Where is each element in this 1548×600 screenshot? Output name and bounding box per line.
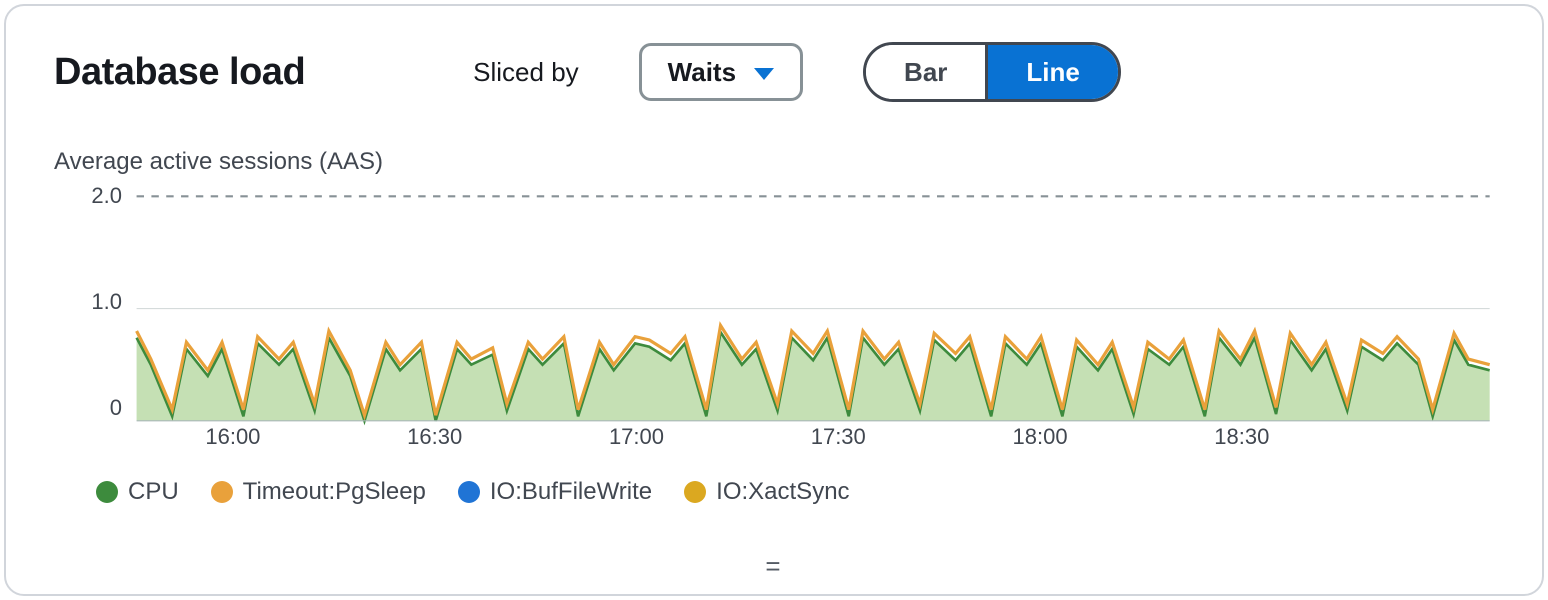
panel-header-controls: Sliced by Waits Bar Line bbox=[473, 42, 1121, 102]
chart-area: 01.02.0 bbox=[54, 190, 1494, 420]
legend-swatch-icon bbox=[458, 481, 480, 503]
legend-item[interactable]: Timeout:PgSleep bbox=[211, 478, 426, 506]
legend-item[interactable]: CPU bbox=[96, 478, 179, 506]
legend-label: CPU bbox=[128, 478, 179, 506]
chart-legend: CPU Timeout:PgSleep IO:BufFileWrite IO:Xact… bbox=[96, 478, 1494, 506]
legend-label: IO:BufFileWrite bbox=[490, 478, 652, 506]
sliced-by-value: Waits bbox=[668, 57, 736, 88]
legend-swatch-icon bbox=[211, 481, 233, 503]
x-tick-label: 16:30 bbox=[407, 424, 462, 450]
chart-type-line-button[interactable]: Line bbox=[985, 45, 1117, 99]
x-tick-label: 18:30 bbox=[1214, 424, 1269, 450]
x-tick-label: 16:00 bbox=[205, 424, 260, 450]
legend-item[interactable]: IO:BufFileWrite bbox=[458, 478, 652, 506]
x-tick-label: 17:00 bbox=[609, 424, 664, 450]
legend-swatch-icon bbox=[96, 481, 118, 503]
legend-label: Timeout:PgSleep bbox=[243, 478, 426, 506]
caret-down-icon bbox=[754, 68, 774, 80]
chart-type-bar-button[interactable]: Bar bbox=[866, 45, 985, 99]
panel-header: Database load Sliced by Waits Bar Line bbox=[54, 42, 1494, 102]
chart-type-toggle: Bar Line bbox=[863, 42, 1121, 102]
chart-plot[interactable] bbox=[54, 190, 1494, 434]
x-tick-label: 17:30 bbox=[811, 424, 866, 450]
legend-swatch-icon bbox=[684, 481, 706, 503]
panel-title: Database load bbox=[54, 51, 305, 94]
resize-handle-icon[interactable]: = bbox=[765, 551, 782, 582]
sliced-by-dropdown[interactable]: Waits bbox=[639, 43, 803, 101]
database-load-panel: Database load Sliced by Waits Bar Line A… bbox=[4, 4, 1544, 596]
x-axis: 16:00 16:30 17:00 17:30 18:00 18:30 bbox=[132, 420, 1494, 460]
legend-item[interactable]: IO:XactSync bbox=[684, 478, 849, 506]
x-tick-label: 18:00 bbox=[1013, 424, 1068, 450]
sliced-by-label: Sliced by bbox=[473, 57, 579, 88]
chart-subtitle: Average active sessions (AAS) bbox=[54, 148, 1494, 176]
legend-label: IO:XactSync bbox=[716, 478, 849, 506]
